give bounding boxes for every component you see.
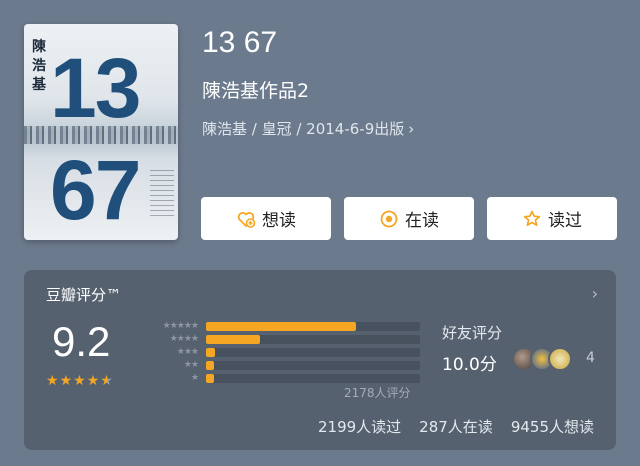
- star-icon: ★: [86, 373, 100, 389]
- have-read-button[interactable]: 读过: [487, 197, 617, 240]
- distribution-star-label: ★★★: [176, 347, 199, 357]
- star-icon: ★: [46, 373, 59, 389]
- distribution-bar: [206, 374, 214, 383]
- rating-title: 豆瓣评分™: [46, 286, 122, 304]
- heart-plus-icon: [236, 209, 256, 229]
- book-cover[interactable]: 陳浩基 13 67: [24, 24, 178, 240]
- distribution-row: ★★★★★: [142, 320, 420, 332]
- have-read-label: 读过: [548, 211, 582, 231]
- distribution-track: [206, 361, 420, 370]
- rating-stars: ★ ★ ★ ★ ★: [46, 374, 113, 388]
- chevron-right-icon: ›: [591, 284, 598, 303]
- distribution-bar: [206, 335, 260, 344]
- friend-avatars[interactable]: [512, 347, 572, 371]
- cover-author: 陳浩基: [32, 39, 46, 93]
- distribution-track: [206, 335, 420, 344]
- cover-skyline: [24, 126, 178, 144]
- cover-number-bottom: 67: [50, 143, 141, 237]
- distribution-bar: [206, 322, 356, 331]
- distribution-track: [206, 348, 420, 357]
- cover-blurb: [150, 170, 174, 220]
- distribution-star-label: ★★: [183, 360, 199, 370]
- friend-rating-label: 好友评分: [442, 324, 503, 342]
- book-title: 13 67: [202, 26, 278, 59]
- rating-score: 9.2: [52, 318, 111, 365]
- distribution-star-label: ★: [190, 373, 199, 383]
- rating-panel[interactable]: 豆瓣评分™ › 9.2 ★ ★ ★ ★ ★ ★★★★★ ★★★★ ★★★ ★★ ★ 2178人评…: [24, 270, 616, 450]
- distribution-star-label: ★★★★★: [162, 321, 199, 331]
- distribution-row: ★★: [142, 359, 420, 371]
- star-icon: ★: [73, 373, 86, 389]
- stat-want[interactable]: 9455人想读: [511, 416, 594, 437]
- star-icon: ★: [100, 373, 113, 389]
- friend-rating-score: 10.0分: [442, 355, 497, 375]
- dot-circle-icon: [379, 209, 399, 229]
- book-subtitle: 陳浩基作品2: [202, 80, 310, 102]
- reading-stats: 2199人读过 287人在读 9455人想读: [318, 416, 594, 437]
- want-to-read-label: 想读: [262, 211, 296, 231]
- distribution-row: ★: [142, 372, 420, 384]
- reading-label: 在读: [405, 211, 439, 231]
- reading-button[interactable]: 在读: [344, 197, 474, 240]
- avatar: [548, 347, 572, 371]
- stat-read[interactable]: 2199人读过: [318, 416, 401, 437]
- distribution-bar: [206, 348, 215, 357]
- cover-number-top: 13: [50, 41, 141, 135]
- distribution-star-label: ★★★★: [169, 334, 199, 344]
- book-meta-text: 陳浩基 / 皇冠 / 2014-6-9出版: [202, 120, 405, 138]
- stat-reading[interactable]: 287人在读: [419, 416, 493, 437]
- star-icon: ★: [59, 373, 73, 389]
- chevron-right-icon: ›: [408, 119, 415, 138]
- distribution-track: [206, 374, 420, 383]
- want-to-read-button[interactable]: 想读: [201, 197, 331, 240]
- distribution-bar: [206, 361, 214, 370]
- book-meta-link[interactable]: 陳浩基 / 皇冠 / 2014-6-9出版 ›: [202, 118, 414, 139]
- distribution-track: [206, 322, 420, 331]
- star-outline-icon: [522, 209, 542, 229]
- distribution-row: ★★★: [142, 346, 420, 358]
- friend-count: 4: [586, 350, 595, 366]
- distribution-row: ★★★★: [142, 333, 420, 345]
- rating-count: 2178人评分: [344, 386, 411, 400]
